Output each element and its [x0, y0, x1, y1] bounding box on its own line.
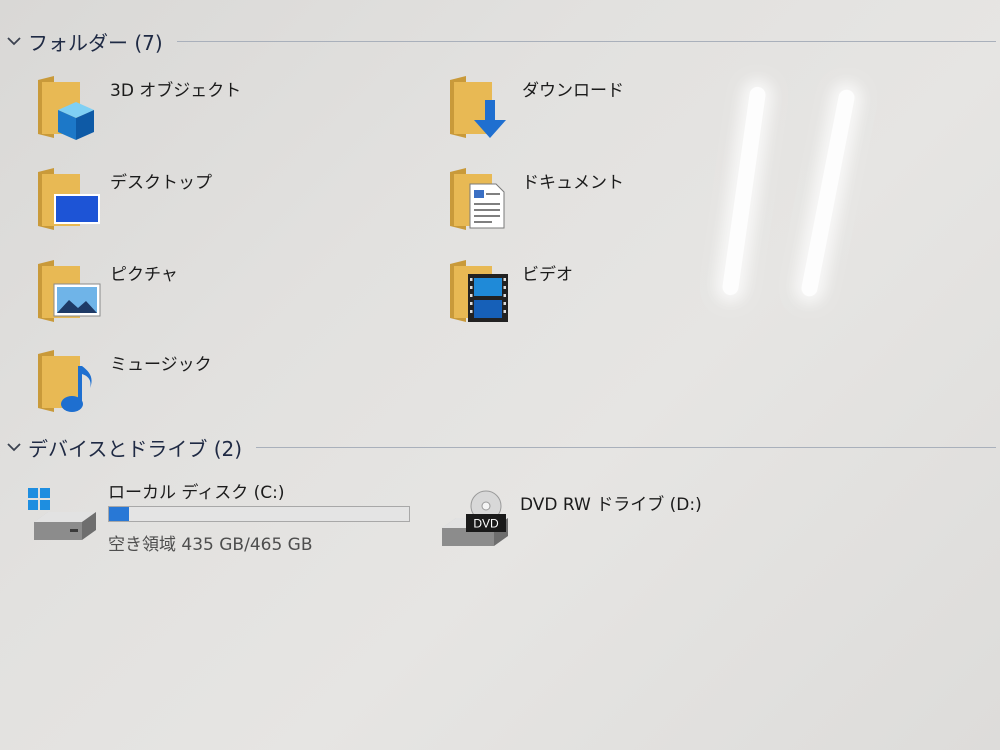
folder-label: ミュージック	[110, 355, 212, 375]
picture-icon	[38, 260, 101, 322]
drive-free-space: 空き領域 435 GB/465 GB	[108, 535, 313, 555]
drive-label: ローカル ディスク (C:)	[108, 483, 285, 503]
devices-group-title: デバイスとドライブ (2)	[28, 436, 243, 461]
folders-group-header[interactable]: フォルダー (7)	[6, 26, 996, 56]
chevron-down-icon[interactable]	[6, 439, 22, 455]
chevron-down-icon[interactable]	[6, 33, 22, 49]
film-strip-icon	[450, 260, 508, 322]
folder-label: デスクトップ	[110, 173, 212, 193]
folder-label: ビデオ	[522, 265, 573, 285]
document-icon	[450, 168, 505, 230]
folder-3d-objects[interactable]: 3D オブジェクト	[36, 72, 416, 152]
folder-videos[interactable]: ビデオ	[448, 256, 828, 336]
folder-label: ダウンロード	[522, 81, 624, 101]
3d-objects-icon	[38, 76, 94, 140]
music-note-icon	[38, 350, 92, 412]
folders-group-title: フォルダー (7)	[28, 30, 163, 55]
group-divider	[176, 40, 996, 42]
folder-label: 3D オブジェクト	[110, 81, 242, 101]
folder-pictures[interactable]: ピクチャ	[36, 256, 416, 336]
drive-label: DVD RW ドライブ (D:)	[520, 495, 702, 515]
download-arrow-icon	[450, 76, 506, 138]
hard-drive-windows-icon	[28, 488, 96, 540]
devices-group-header[interactable]: デバイスとドライブ (2)	[6, 432, 996, 462]
folder-desktop[interactable]: デスクトップ	[36, 164, 416, 244]
disk-usage-bar	[108, 506, 410, 522]
folder-music[interactable]: ミュージック	[36, 346, 416, 426]
disk-usage-fill	[109, 507, 129, 521]
dvd-drive-icon: DVD	[442, 490, 508, 546]
folder-downloads[interactable]: ダウンロード	[448, 72, 828, 152]
drive-dvd-rw-d[interactable]: DVD DVD RW ドライブ (D:)	[438, 484, 738, 564]
dvd-badge: DVD	[473, 517, 499, 531]
folder-label: ドキュメント	[522, 173, 624, 193]
drive-local-disk-c[interactable]: ローカル ディスク (C:) 空き領域 435 GB/465 GB	[26, 478, 426, 558]
desktop-monitor-icon	[38, 168, 100, 230]
group-divider	[256, 446, 996, 448]
folder-documents[interactable]: ドキュメント	[448, 164, 828, 244]
folder-label: ピクチャ	[110, 265, 178, 285]
